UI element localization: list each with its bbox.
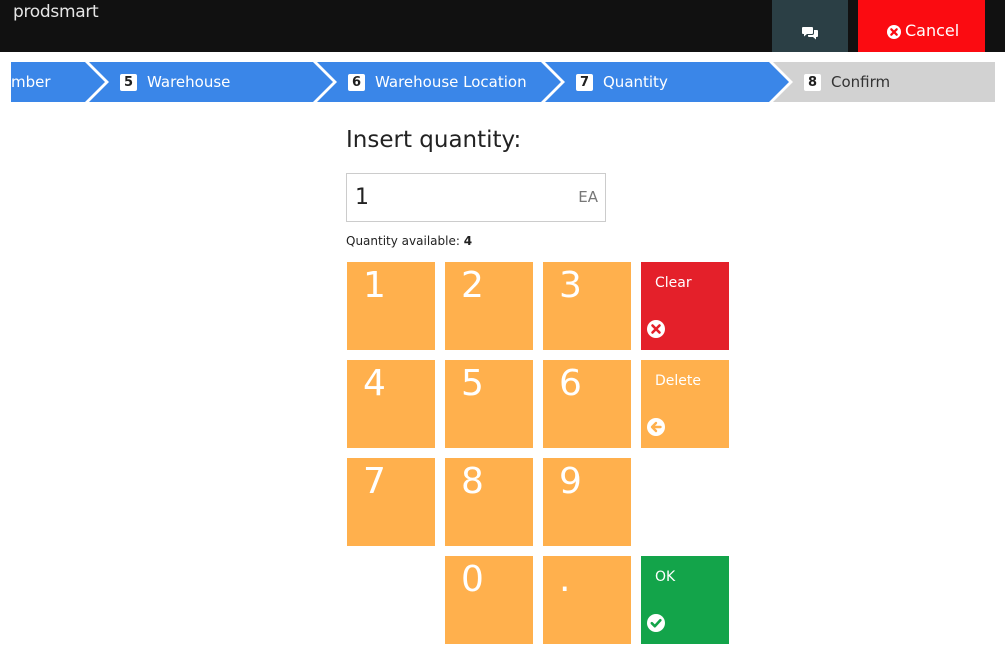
delete-label: Delete	[655, 373, 701, 389]
step-item-warehouse[interactable]: 5 Warehouse	[120, 72, 230, 92]
step-label: Confirm	[831, 73, 891, 91]
step-label: Quantity	[603, 73, 668, 91]
step-item-quantity[interactable]: 7 Quantity	[576, 72, 668, 92]
delete-button[interactable]: Delete	[641, 360, 729, 448]
keypad-key-7[interactable]: 7	[347, 458, 435, 546]
quantity-input[interactable]: 1 EA	[346, 173, 606, 222]
unit-label: EA	[578, 188, 598, 206]
available-value: 4	[463, 234, 473, 248]
key-label: 0	[461, 559, 484, 600]
step-item-number[interactable]: mber	[11, 72, 51, 92]
cancel-label: Cancel	[905, 21, 960, 40]
clear-button[interactable]: Clear	[641, 262, 729, 350]
keypad-key-5[interactable]: 5	[445, 360, 533, 448]
step-label: mber	[11, 73, 51, 91]
keypad-key-6[interactable]: 6	[543, 360, 631, 448]
step-number: 7	[576, 73, 593, 91]
key-label: 9	[559, 461, 582, 502]
key-label: .	[559, 559, 571, 600]
key-label: 6	[559, 363, 582, 404]
key-label: 5	[461, 363, 484, 404]
check-circle-icon	[647, 614, 665, 632]
keypad-key-3[interactable]: 3	[543, 262, 631, 350]
step-item-warehouse-location[interactable]: 6 Warehouse Location	[348, 72, 527, 92]
cancel-button[interactable]: Cancel	[858, 0, 985, 52]
key-label: 2	[461, 265, 484, 306]
step-label: Warehouse	[147, 73, 231, 91]
top-bar: prodsmart Cancel	[0, 0, 1005, 52]
key-label: 4	[363, 363, 386, 404]
ok-button[interactable]: OK	[641, 556, 729, 644]
key-label: 8	[461, 461, 484, 502]
step-number: 6	[348, 73, 365, 91]
keypad-key-8[interactable]: 8	[445, 458, 533, 546]
step-number: 8	[804, 73, 821, 91]
ok-label: OK	[655, 569, 676, 585]
quantity-available: Quantity available: 4	[346, 234, 472, 248]
arrow-circle-left-icon	[647, 418, 665, 436]
times-circle-icon	[887, 25, 901, 39]
keypad-key-0[interactable]: 0	[445, 556, 533, 644]
quantity-value: 1	[355, 185, 369, 210]
key-label: 7	[363, 461, 386, 502]
page-title: Insert quantity:	[346, 127, 522, 153]
keypad-key-decimal[interactable]: .	[543, 556, 631, 644]
keypad-key-2[interactable]: 2	[445, 262, 533, 350]
times-circle-icon	[647, 320, 665, 338]
brand-logo: prodsmart	[13, 2, 99, 22]
clear-label: Clear	[655, 275, 692, 291]
key-label: 1	[363, 265, 386, 306]
step-number: 5	[120, 73, 137, 91]
keypad-key-4[interactable]: 4	[347, 360, 435, 448]
key-label: 3	[559, 265, 582, 306]
keypad-key-1[interactable]: 1	[347, 262, 435, 350]
comments-icon	[802, 27, 818, 40]
keypad-key-9[interactable]: 9	[543, 458, 631, 546]
step-label: Warehouse Location	[375, 73, 527, 91]
chat-button[interactable]	[772, 0, 848, 52]
wizard-steps: mber 5 Warehouse 6 Warehouse Location 7 …	[11, 62, 995, 102]
step-item-confirm: 8 Confirm	[804, 72, 890, 92]
available-label: Quantity available:	[346, 234, 460, 248]
